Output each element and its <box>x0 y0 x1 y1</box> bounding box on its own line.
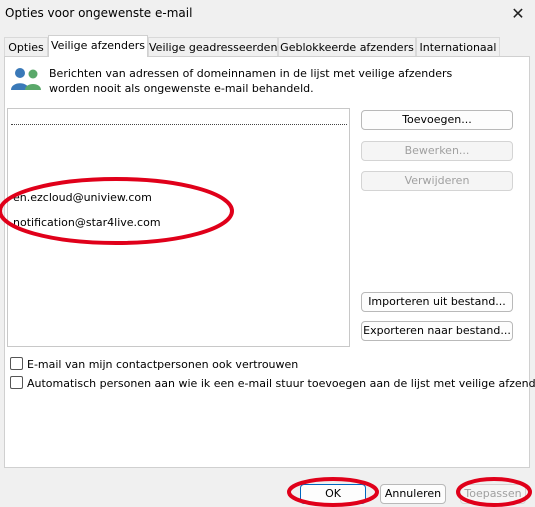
description-text: Berichten van adressen of domeinnamen in… <box>49 67 453 95</box>
window-title: Opties voor ongewenste e-mail <box>5 6 193 20</box>
ok-button[interactable]: OK <box>300 484 366 504</box>
apply-button[interactable]: Toepassen <box>460 484 526 504</box>
list-item[interactable]: en.ezcloud@uniview.com <box>13 191 152 204</box>
tab-internationaal[interactable]: Internationaal <box>416 37 500 56</box>
add-button[interactable]: Toevoegen... <box>361 110 513 130</box>
cancel-button[interactable]: Annuleren <box>380 484 446 504</box>
auto-add-label: Automatisch personen aan wie ik een e-ma… <box>27 377 535 390</box>
auto-add-checkbox-row[interactable]: Automatisch personen aan wie ik een e-ma… <box>10 376 535 390</box>
title-bar: Opties voor ongewenste e-mail ✕ <box>0 0 535 30</box>
close-icon[interactable]: ✕ <box>507 3 529 25</box>
tab-veilige-afzenders[interactable]: Veilige afzenders <box>48 35 148 57</box>
export-button[interactable]: Exporteren naar bestand... <box>361 321 513 341</box>
import-button[interactable]: Importeren uit bestand... <box>361 292 513 312</box>
trust-contacts-checkbox[interactable] <box>10 357 23 370</box>
people-icon <box>11 68 41 90</box>
auto-add-checkbox[interactable] <box>10 376 23 389</box>
safe-senders-list[interactable]: en.ezcloud@uniview.com notification@star… <box>7 108 350 347</box>
tab-geblokkeerde-afzenders[interactable]: Geblokkeerde afzenders <box>278 37 416 56</box>
list-item[interactable]: notification@star4live.com <box>13 216 161 229</box>
remove-button[interactable]: Verwijderen <box>361 171 513 191</box>
trust-contacts-label: E-mail van mijn contactpersonen ook vert… <box>27 358 299 371</box>
edit-button[interactable]: Bewerken... <box>361 141 513 161</box>
list-focus-row[interactable] <box>11 111 347 125</box>
tab-veilige-geadresseerden[interactable]: Veilige geadresseerden <box>148 37 278 56</box>
trust-contacts-checkbox-row[interactable]: E-mail van mijn contactpersonen ook vert… <box>10 357 298 371</box>
tab-opties[interactable]: Opties <box>4 37 48 56</box>
